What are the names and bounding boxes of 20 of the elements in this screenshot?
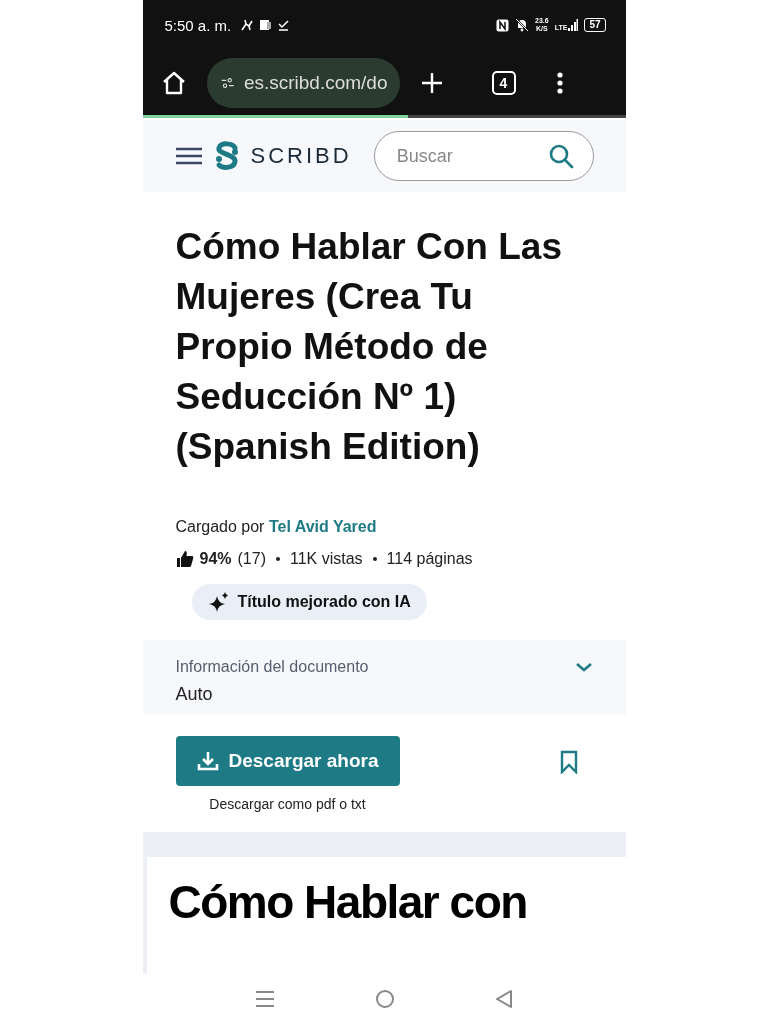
download-caption: Descargar como pdf o txt [209,796,366,812]
rating-count: (17) [237,550,266,568]
rating-percent: 94% [199,550,232,568]
page-count: 114 páginas [386,550,473,568]
view-count: 11K vistas [290,550,363,568]
preview-heading: Cómo Hablar con [168,876,527,928]
uploader-line: Cargado por Tel Avid Yared [175,518,378,536]
tab-count-button[interactable]: 4 [491,70,516,95]
info-label: Información del documento [175,658,369,676]
address-bar[interactable]: es.scribd.com/do [206,57,400,108]
logo-text: SCRIBD [250,143,352,169]
search-field[interactable]: Buscar [373,131,594,181]
status-time: 5:50 a. m. [164,16,232,34]
document-info-panel[interactable]: Información del documento Auto [142,640,626,715]
ai-title-badge: Título mejorado con IA [191,584,427,620]
battery-indicator: 57 [584,18,606,32]
uploader-link[interactable]: Tel Avid Yared [268,518,377,535]
info-value: Auto [175,684,214,705]
download-button[interactable]: Descargar ahora [175,736,400,786]
document-title: Cómo Hablar Con Las Mujeres (Crea Tu Propio Método de Seducción Nº 1) (Spanish Edition) [175,225,563,469]
